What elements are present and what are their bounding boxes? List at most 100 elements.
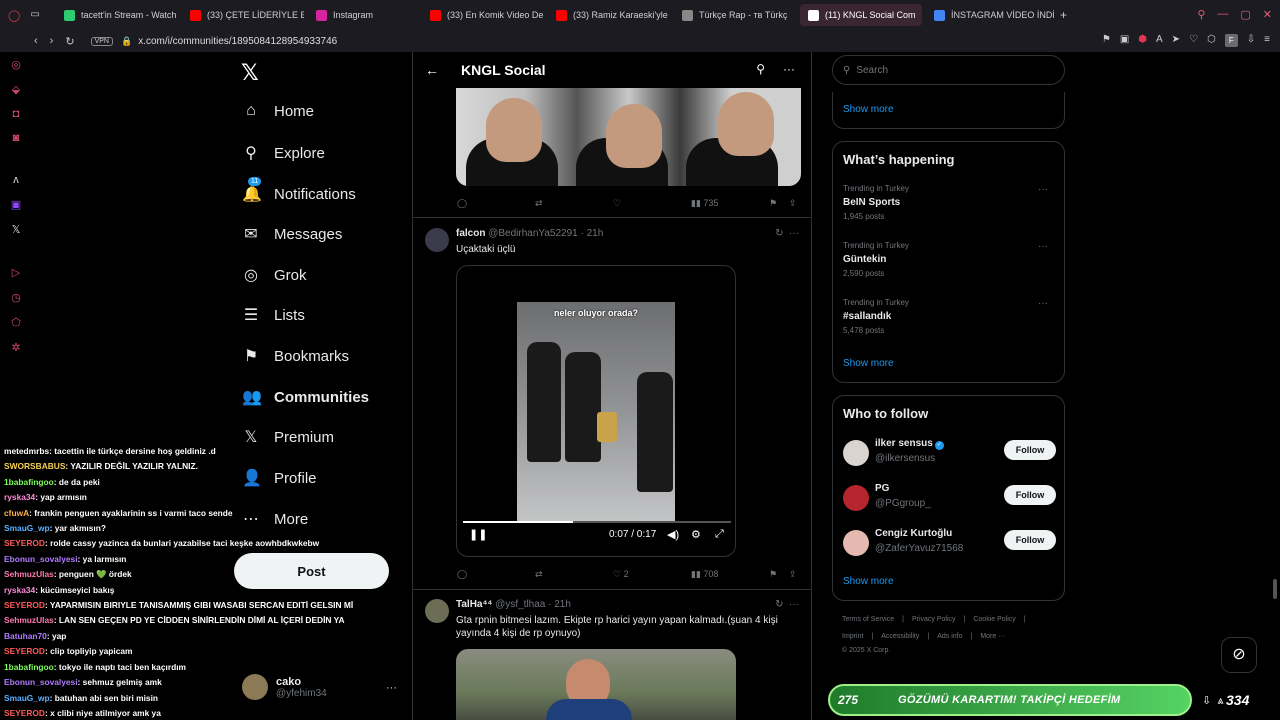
search-tabs-icon[interactable]: ⚲: [1197, 8, 1205, 21]
follow-suggestion[interactable]: Cengiz Kurtoğlu @ZaferYavuz71568 Follow: [843, 528, 1056, 564]
tweet-more-icon[interactable]: ↻ ···: [775, 228, 799, 239]
views-icon[interactable]: ▮▮ 708: [691, 569, 718, 580]
follow-button[interactable]: Follow: [1004, 530, 1056, 550]
nav-item-lists[interactable]: ☰ Lists: [242, 305, 305, 325]
chat-username[interactable]: SehmuzUlas: [4, 615, 54, 625]
nav-item-messages[interactable]: ✉ Messages: [242, 224, 342, 244]
back-icon[interactable]: ‹: [34, 35, 38, 48]
scrollbar[interactable]: [1272, 52, 1278, 720]
chat-username[interactable]: SmauG_wp: [4, 693, 50, 703]
avatar[interactable]: [843, 440, 869, 466]
reply-icon[interactable]: ◯: [457, 569, 467, 580]
trend-more-icon[interactable]: ···: [1038, 298, 1048, 309]
x-logo-icon[interactable]: 𝕏: [241, 60, 259, 86]
more-icon[interactable]: ···: [783, 62, 795, 76]
sidebar-x-icon[interactable]: 𝕏: [9, 223, 23, 236]
minimize-icon[interactable]: —: [1217, 8, 1228, 21]
tweet-image[interactable]: [456, 649, 736, 720]
tweet-handle[interactable]: @ysf_tlhaa: [495, 599, 545, 610]
sidebar-player-icon[interactable]: ▷: [9, 266, 23, 279]
chat-username[interactable]: cfuwA: [4, 508, 29, 518]
chat-username[interactable]: SehmuzUlas: [4, 569, 54, 579]
follow-name[interactable]: Cengiz Kurtoğlu: [875, 528, 952, 539]
reply-icon[interactable]: ◯: [457, 198, 467, 209]
chat-username[interactable]: SEYEROD: [4, 708, 45, 718]
maximize-icon[interactable]: ▢: [1240, 8, 1250, 21]
sidebar-pinboard-icon[interactable]: ⬠: [9, 316, 23, 329]
video-progress-bar[interactable]: [463, 521, 731, 523]
sidebar-a-icon[interactable]: ʌ: [9, 174, 23, 186]
follow-suggestion[interactable]: ilker sensus ✓ @ilkersensus Follow: [843, 438, 1056, 474]
footer-link[interactable]: Cookie Policy: [973, 616, 1015, 623]
nav-item-explore[interactable]: ⚲ Explore: [242, 143, 325, 163]
account-more-icon[interactable]: ···: [386, 682, 397, 694]
search-icon[interactable]: ⚲: [756, 62, 765, 76]
browser-tab[interactable]: (11) KNGL Social Com✕: [800, 4, 922, 26]
grok-icon[interactable]: ⊘: [1221, 637, 1257, 673]
footer-link[interactable]: More ···: [980, 633, 1005, 640]
show-more-link[interactable]: Show more: [843, 576, 894, 587]
avatar[interactable]: [425, 599, 449, 623]
bookmark-page-icon[interactable]: ⚑: [1102, 34, 1111, 47]
download-icon[interactable]: ⇩: [1247, 34, 1255, 47]
tweet-author[interactable]: falcon: [456, 228, 485, 239]
url-field[interactable]: x.com/i/communities/1895084128954933746: [138, 36, 337, 47]
tweet-author[interactable]: TalHa⁴⁴: [456, 599, 492, 610]
chat-username[interactable]: Ebonun_sovalyesi: [4, 677, 78, 687]
extensions-icon[interactable]: ⬡: [1207, 34, 1216, 47]
trend-item[interactable]: Trending in Turkey #sallandık 5,478 posts ·…: [843, 298, 1056, 335]
search-input[interactable]: ⚲ Search: [832, 55, 1065, 85]
avatar[interactable]: [843, 530, 869, 556]
send-icon[interactable]: ➤: [1172, 34, 1180, 47]
footer-link[interactable]: Privacy Policy: [912, 616, 956, 623]
chat-username[interactable]: ryska34: [4, 585, 35, 595]
bookmark-icon[interactable]: ⚑: [769, 198, 777, 209]
like-icon[interactable]: ♡ 2: [613, 569, 629, 580]
sidebar-twitch-icon[interactable]: ▣: [9, 198, 23, 211]
settings-icon[interactable]: ⚙: [691, 528, 701, 541]
retweet-icon[interactable]: ⇄: [535, 569, 543, 580]
chat-username[interactable]: ryska34: [4, 492, 35, 502]
share-icon[interactable]: ⇪: [789, 198, 797, 209]
chat-username[interactable]: SEYEROD: [4, 600, 45, 610]
trend-item[interactable]: Trending in Turkey Güntekin 2,590 posts ···: [843, 241, 1056, 278]
browser-tab[interactable]: Türkçe Rap - тв Türkç: [674, 4, 796, 26]
chat-username[interactable]: SEYEROD: [4, 646, 45, 656]
like-icon[interactable]: ♡: [613, 198, 621, 209]
follow-name[interactable]: ilker sensus ✓: [875, 438, 944, 450]
bookmark-icon[interactable]: ⚑: [769, 569, 777, 580]
chat-username[interactable]: Batuhan70: [4, 631, 47, 641]
new-tab-icon[interactable]: +: [1060, 8, 1067, 22]
browser-tab[interactable]: (33) ÇETE LİDERİYLE BA: [182, 4, 304, 26]
trend-item[interactable]: Trending in Turkey BeIN Sports 1,945 posts…: [843, 184, 1056, 221]
sidebar-messenger-icon[interactable]: ◙: [9, 132, 23, 144]
follow-button[interactable]: Follow: [1004, 485, 1056, 505]
profile-avatar[interactable]: F: [1224, 34, 1238, 47]
nav-item-bookmarks[interactable]: ⚑ Bookmarks: [242, 346, 349, 366]
chat-username[interactable]: SEYEROD: [4, 538, 45, 548]
browser-tab[interactable]: (33) Ramiz Karaeski'yle C: [548, 4, 670, 26]
volume-icon[interactable]: ◀): [667, 528, 679, 541]
browser-tab[interactable]: İNSTAGRAM VİDEO İNDİR: [926, 4, 1054, 26]
show-more-link[interactable]: Show more: [843, 104, 894, 115]
shield-icon[interactable]: ⬢: [1138, 34, 1147, 47]
browser-tab[interactable]: (33) En Komik Video Der: [422, 4, 544, 26]
tweet-time[interactable]: · 21h: [581, 228, 604, 239]
footer-link[interactable]: Imprint: [842, 633, 863, 640]
tab-overview-icon[interactable]: ▭: [30, 9, 39, 22]
chat-username[interactable]: 1babafingoo: [4, 662, 54, 672]
chat-username[interactable]: metedmrbs: [4, 446, 49, 456]
chat-username[interactable]: 1babafingoo: [4, 477, 54, 487]
sidebar-instagram-icon[interactable]: ◘: [9, 108, 23, 120]
trend-more-icon[interactable]: ···: [1038, 241, 1048, 252]
sidebar-crypto-icon[interactable]: ⬙: [9, 83, 23, 96]
forward-icon[interactable]: ›: [50, 35, 54, 48]
share-icon[interactable]: ⇪: [789, 569, 797, 580]
avatar[interactable]: [843, 485, 869, 511]
follow-name[interactable]: PG: [875, 483, 889, 494]
opera-logo-icon[interactable]: ◯: [8, 9, 20, 22]
heart-icon[interactable]: ♡: [1189, 34, 1198, 47]
follow-button[interactable]: Follow: [1004, 440, 1056, 460]
tweet-more-icon[interactable]: ↻ ···: [775, 599, 799, 610]
chat-username[interactable]: Ebonun_sovalyesi: [4, 554, 78, 564]
